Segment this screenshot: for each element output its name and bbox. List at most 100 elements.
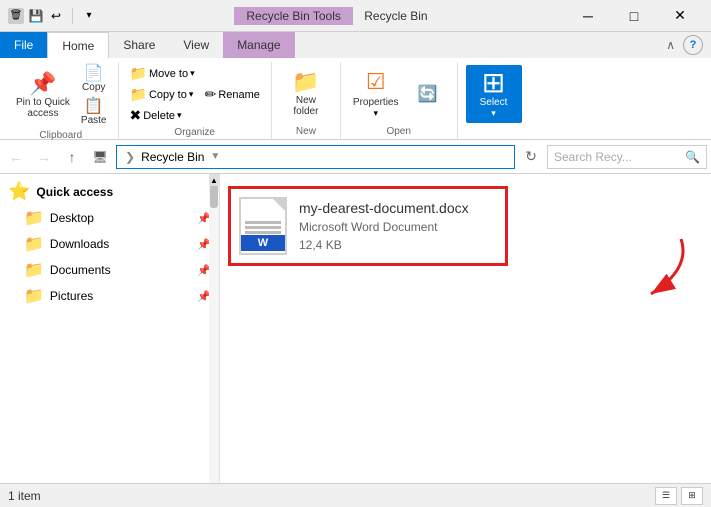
- clipboard-label: Clipboard: [39, 128, 82, 143]
- help-button[interactable]: ?: [683, 35, 703, 55]
- select-buttons: ⊞ Select ▾: [466, 62, 522, 124]
- sidebar-item-desktop[interactable]: 📁 Desktop 📌: [0, 205, 219, 231]
- item-count: 1 item: [8, 489, 41, 503]
- select-group: ⊞ Select ▾ Select: [458, 62, 530, 139]
- arrow-annotation: [581, 229, 701, 309]
- move-to-button[interactable]: 📁 Move to ▾: [127, 64, 198, 83]
- sidebar-item-pictures[interactable]: 📁 Pictures 📌: [0, 283, 219, 309]
- open-label: Open: [386, 124, 410, 139]
- properties-button[interactable]: ☑ Properties ▾: [349, 67, 403, 121]
- delete-dropdown: ▾: [177, 110, 182, 121]
- file-area: W my-dearest-document.docx Microsoft Wor…: [220, 174, 711, 483]
- sidebar-item-quick-access[interactable]: ⭐ Quick access: [0, 178, 219, 205]
- refresh-button[interactable]: ↻: [519, 145, 543, 169]
- search-field[interactable]: Search Recy... 🔍: [547, 145, 707, 169]
- downloads-folder-icon: 📁: [24, 234, 44, 254]
- properties-label: Properties: [353, 97, 399, 108]
- separator: [72, 8, 73, 24]
- tab-file[interactable]: File: [0, 32, 47, 58]
- new-folder-icon: 📁: [292, 71, 319, 93]
- file-size: 12,4 KB: [299, 238, 469, 252]
- address-field[interactable]: ❯ Recycle Bin ▼: [116, 145, 515, 169]
- minimize-button[interactable]: ─: [565, 0, 611, 32]
- window-title: Recycle Bin Tools Recycle Bin: [97, 9, 565, 23]
- details-view-button[interactable]: ☰: [655, 487, 677, 505]
- title-bar-icons: 🗑 💾 ↩ ▾: [8, 8, 97, 24]
- copy-to-button[interactable]: 📁 Copy to ▾: [127, 85, 198, 104]
- search-icon[interactable]: 🔍: [685, 150, 700, 164]
- select-button[interactable]: ⊞ Select ▾: [466, 65, 522, 123]
- file-line-1: [245, 221, 280, 224]
- downloads-label: Downloads: [50, 237, 191, 251]
- sidebar-item-downloads[interactable]: 📁 Downloads 📌: [0, 231, 219, 257]
- title-bar: 🗑 💾 ↩ ▾ Recycle Bin Tools Recycle Bin ─ …: [0, 0, 711, 32]
- quick-action-dropdown[interactable]: ▾: [81, 8, 97, 24]
- file-type: Microsoft Word Document: [299, 220, 469, 234]
- paste-button[interactable]: 📋 Paste: [78, 97, 110, 128]
- quick-access-label: Quick access: [36, 185, 211, 199]
- view-controls: ☰ ⊞: [655, 487, 703, 505]
- open-icon: 🔄: [418, 84, 438, 104]
- open-buttons: ☑ Properties ▾ 🔄: [349, 62, 449, 124]
- large-icons-view-button[interactable]: ⊞: [681, 487, 703, 505]
- copy-button[interactable]: 📄 Copy: [78, 64, 110, 95]
- rename-icon: ✏: [205, 86, 217, 103]
- paste-icon: 📋: [84, 99, 104, 115]
- collapse-ribbon-button[interactable]: ∧: [666, 38, 675, 52]
- pictures-folder-icon: 📁: [24, 286, 44, 306]
- desktop-label: Desktop: [50, 211, 191, 225]
- tab-view[interactable]: View: [169, 32, 223, 58]
- copy-to-icon: 📁: [130, 86, 147, 103]
- back-button[interactable]: ←: [4, 145, 28, 169]
- properties-icon: ☑: [366, 69, 386, 95]
- documents-label: Documents: [50, 263, 191, 277]
- quick-access-icon: ⭐: [8, 181, 30, 202]
- file-name: my-dearest-document.docx: [299, 200, 469, 216]
- sidebar-item-documents[interactable]: 📁 Documents 📌: [0, 257, 219, 283]
- open-extra-button[interactable]: 🔄: [407, 82, 449, 106]
- organize-col: 📁 Move to ▾ 📁 Copy to ▾ ✖ Delete ▾: [127, 64, 198, 125]
- select-icon: ⊞: [482, 69, 505, 97]
- documents-folder-icon: 📁: [24, 260, 44, 280]
- recent-locations-button[interactable]: 🖥: [88, 145, 112, 169]
- up-button[interactable]: ↑: [60, 145, 84, 169]
- quick-action-1[interactable]: 💾: [28, 8, 44, 24]
- desktop-folder-icon: 📁: [24, 208, 44, 228]
- pin-icon: 📌: [29, 73, 56, 95]
- clipboard-buttons: 📌 Pin to Quick access 📄 Copy 📋 Paste: [12, 62, 110, 128]
- select-label: Select: [480, 97, 508, 108]
- close-button[interactable]: ✕: [657, 0, 703, 32]
- file-icon-container: W: [239, 197, 287, 255]
- file-item[interactable]: W my-dearest-document.docx Microsoft Wor…: [228, 186, 508, 266]
- pin-to-quick-access-button[interactable]: 📌 Pin to Quick access: [12, 71, 74, 121]
- properties-dropdown: ▾: [373, 108, 378, 119]
- paste-label: Paste: [81, 115, 107, 126]
- open-group: ☑ Properties ▾ 🔄 Open: [341, 62, 458, 139]
- copy-label: Copy: [82, 82, 105, 93]
- ribbon-right-controls: ∧ ?: [666, 35, 711, 55]
- maximize-button[interactable]: □: [611, 0, 657, 32]
- main-area: ▲ ⭐ Quick access 📁 Desktop 📌 📁 Downloads…: [0, 174, 711, 483]
- tab-manage[interactable]: Manage: [223, 32, 294, 58]
- tab-home[interactable]: Home: [47, 32, 109, 58]
- new-group: 📁 New folder New: [272, 62, 341, 139]
- ribbon-content: 📌 Pin to Quick access 📄 Copy 📋 Paste Cli…: [0, 58, 711, 140]
- search-placeholder: Search Recy...: [554, 150, 681, 164]
- move-icon: 📁: [130, 65, 147, 82]
- delete-button[interactable]: ✖ Delete ▾: [127, 106, 198, 125]
- new-folder-button[interactable]: 📁 New folder: [280, 69, 332, 119]
- sidebar: ▲ ⭐ Quick access 📁 Desktop 📌 📁 Downloads…: [0, 174, 220, 483]
- breadcrumb-separator: ❯: [125, 150, 135, 164]
- quick-action-2[interactable]: ↩: [48, 8, 64, 24]
- address-bar: ← → ↑ 🖥 ❯ Recycle Bin ▼ ↻ Search Recy...…: [0, 140, 711, 174]
- move-dropdown: ▾: [190, 68, 195, 79]
- copy-icon: 📄: [84, 66, 104, 82]
- forward-button[interactable]: →: [32, 145, 56, 169]
- scroll-up-button[interactable]: ▲: [209, 174, 219, 186]
- organize-group: 📁 Move to ▾ 📁 Copy to ▾ ✖ Delete ▾ ✏: [119, 62, 272, 139]
- new-folder-label: New folder: [293, 95, 318, 117]
- tab-share[interactable]: Share: [109, 32, 169, 58]
- rename-button[interactable]: ✏ Rename: [202, 85, 263, 104]
- sidebar-scrollbar[interactable]: ▲: [209, 174, 219, 483]
- copy-to-label: Copy to: [149, 89, 187, 101]
